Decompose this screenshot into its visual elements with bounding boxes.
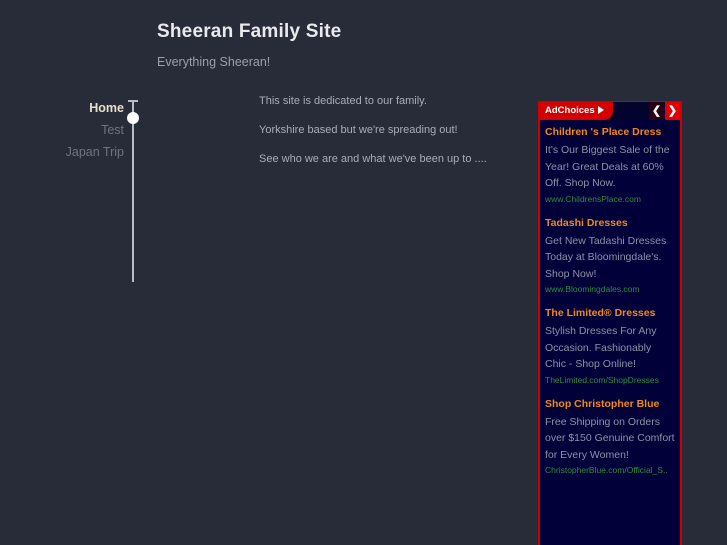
advertisement-panel: AdChoices ❮ ❯ Children 's Place Dress It… [538, 101, 682, 545]
ad-item[interactable]: Shop Christopher Blue Free Shipping on O… [545, 397, 675, 477]
ad-prev-arrow-icon[interactable]: ❮ [649, 102, 664, 120]
main-content: This site is dedicated to our family. Yo… [259, 94, 509, 181]
ad-body: Free Shipping on Orders over $150 Genuin… [545, 415, 675, 461]
ad-title[interactable]: Tadashi Dresses [545, 216, 675, 230]
ad-title[interactable]: Shop Christopher Blue [545, 397, 675, 411]
active-nav-marker-dot [127, 112, 139, 124]
sidebar-item-home[interactable]: Home [0, 100, 124, 122]
ad-body: Stylish Dresses For Any Occasion. Fashio… [545, 325, 657, 370]
content-paragraph: Yorkshire based but we're spreading out! [259, 124, 458, 136]
play-triangle-icon [597, 106, 604, 114]
ad-item[interactable]: Tadashi Dresses Get New Tadashi Dresses … [545, 216, 675, 296]
sidebar-item-list: Home Test Japan Trip [0, 100, 124, 166]
ad-item[interactable]: The Limited® Dresses Stylish Dresses For… [545, 306, 675, 386]
site-header: Sheeran Family Site Everything Sheeran! [157, 20, 527, 70]
ad-body: Get New Tadashi Dresses Today at Bloomin… [545, 234, 667, 280]
page-title: Sheeran Family Site [157, 21, 342, 42]
ad-url[interactable]: www.ChildrensPlace.com [545, 193, 675, 205]
sidebar-item-japan-trip[interactable]: Japan Trip [0, 144, 124, 166]
ad-title[interactable]: The Limited® Dresses [545, 306, 675, 320]
content-paragraph: This site is dedicated to our family. [259, 95, 427, 107]
content-paragraph: See who we are and what we've been up to… [259, 153, 487, 165]
ad-body: It's Our Biggest Sale of the Year! Great… [545, 144, 670, 189]
ad-url[interactable]: TheLimited.com/ShopDresses [545, 374, 675, 386]
sidebar-nav: Home Test Japan Trip [0, 100, 140, 290]
ad-choices-bar: AdChoices ❮ ❯ [540, 102, 680, 120]
ad-url[interactable]: ChristopherBlue.com/Official_S.. [545, 464, 675, 476]
adchoices-button[interactable]: AdChoices [540, 102, 613, 120]
ad-list: Children 's Place Dress It's Our Biggest… [540, 120, 680, 476]
sidebar-item-test[interactable]: Test [0, 122, 124, 144]
page-subtitle: Everything Sheeran! [157, 55, 271, 69]
ad-next-arrow-icon[interactable]: ❯ [665, 102, 680, 120]
nav-rail-line [132, 100, 134, 282]
adchoices-label: AdChoices [545, 105, 595, 116]
ad-item[interactable]: Children 's Place Dress It's Our Biggest… [545, 125, 675, 205]
ad-title[interactable]: Children 's Place Dress [545, 125, 675, 139]
ad-url[interactable]: www.Bloomingdales.com [545, 283, 675, 295]
